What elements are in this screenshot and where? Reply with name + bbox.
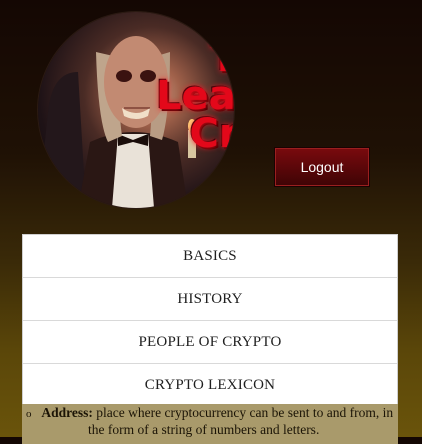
menu-item-basics[interactable]: BASICS [23, 235, 397, 278]
logo-title-line: Learning [156, 73, 234, 119]
menu-item-history[interactable]: HISTORY [23, 278, 397, 321]
lexicon-definition-line1: place where cryptocurrency can be sent t… [96, 405, 394, 420]
lexicon-content: o Address: place where cryptocurrency ca… [22, 404, 398, 444]
logo-title-line: Crypt [189, 111, 234, 157]
lexicon-term: Address: [41, 405, 93, 420]
lexicon-definition-line2: the form of a string of numbers and lett… [88, 422, 320, 437]
menu-item-people-of-crypto[interactable]: PEOPLE OF CRYPTO [23, 321, 397, 364]
lexicon-entry: o Address: place where cryptocurrency ca… [26, 405, 394, 422]
site-logo[interactable]: The Learning Crypt [38, 12, 234, 208]
logo-title: The Learning Crypt [156, 38, 234, 154]
menu-item-crypto-lexicon[interactable]: CRYPTO LEXICON [23, 364, 397, 406]
bullet-marker: o [26, 408, 32, 420]
logo-title-line: The [210, 35, 234, 81]
main-menu: BASICS HISTORY PEOPLE OF CRYPTO CRYPTO L… [22, 234, 398, 407]
logout-button[interactable]: Logout [274, 147, 370, 187]
